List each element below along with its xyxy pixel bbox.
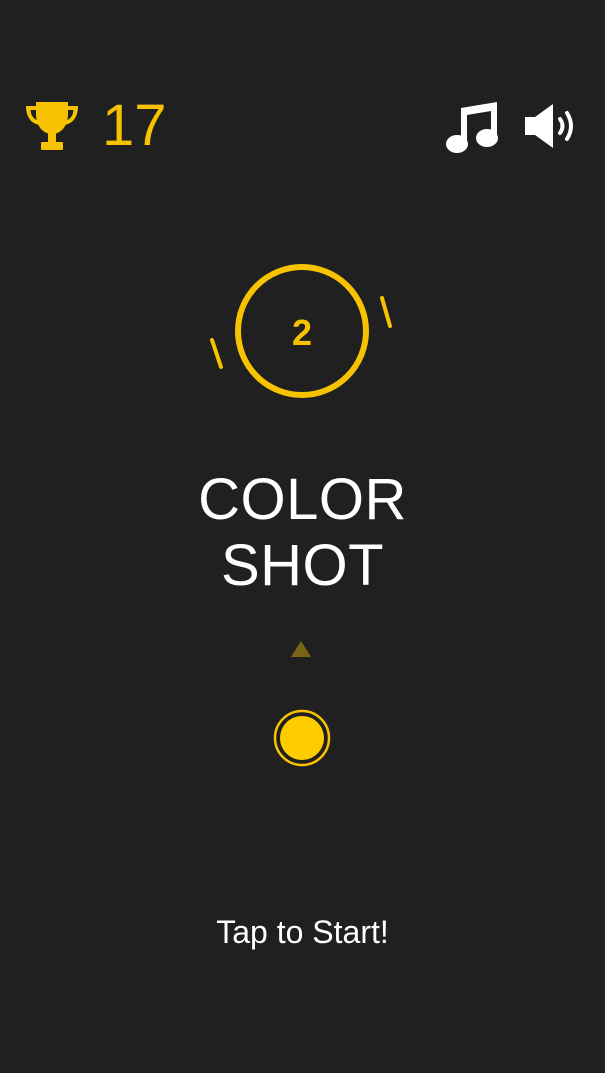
shooter-ball[interactable] [272,708,332,768]
ring-segment-right [380,296,392,328]
trophy-icon [26,102,78,150]
tap-to-start-label[interactable]: Tap to Start! [0,912,605,952]
aim-arrow-icon [291,641,311,657]
best-score-value: 17 [102,93,167,158]
title-line-1: COLOR [198,467,407,532]
ring-segment-left [210,338,223,369]
game-title: COLOR SHOT [0,467,605,599]
level-number: 2 [292,312,312,353]
target-ring: 2 [0,250,605,415]
audio-controls [443,98,583,154]
title-line-2: SHOT [220,533,385,598]
music-note-icon[interactable] [443,98,503,154]
speaker-volume-icon[interactable] [523,98,583,154]
best-score-panel: 17 [22,96,167,156]
